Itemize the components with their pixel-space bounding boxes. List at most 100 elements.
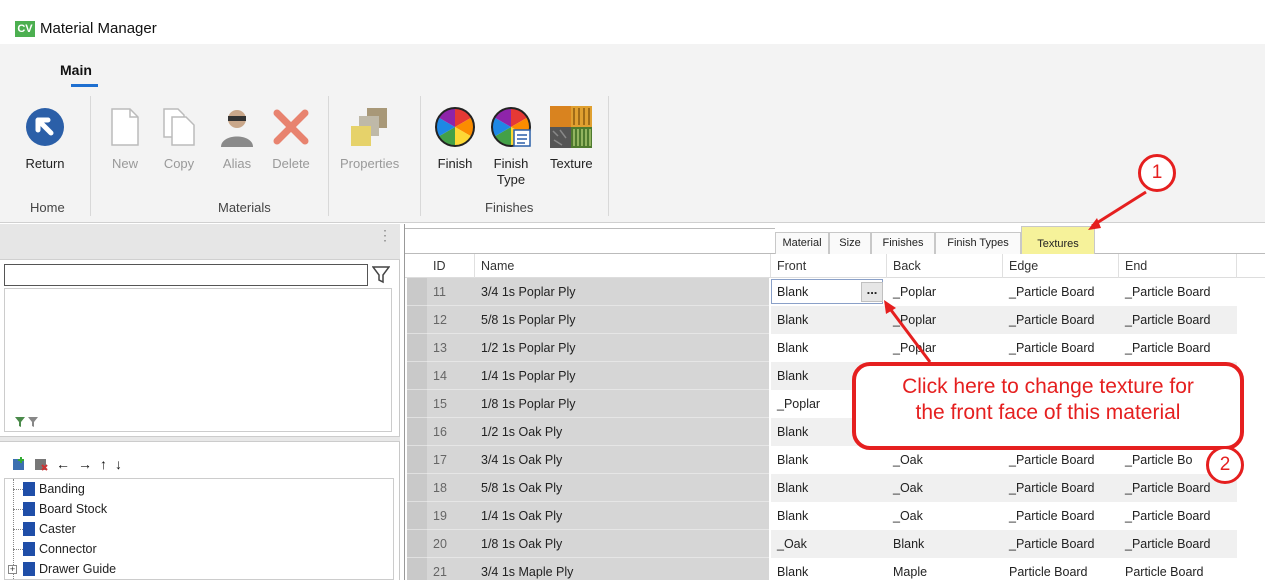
filter-options-icon[interactable] [14, 416, 40, 431]
table-row[interactable]: 12 5/8 1s Poplar Ply Blank _Poplar _Particle… [405, 306, 1265, 334]
move-right-icon[interactable]: → [78, 456, 92, 472]
tab-size[interactable]: Size [829, 232, 871, 254]
cell-id[interactable]: 14 [427, 362, 475, 390]
tree-item-drawer-guide[interactable]: + Drawer Guide [5, 559, 393, 579]
cell-front[interactable]: Blank [771, 306, 887, 334]
cell-edge[interactable]: _Particle Board [1003, 446, 1119, 474]
row-selector[interactable] [407, 306, 427, 334]
cell-id[interactable]: 13 [427, 334, 475, 362]
cell-front[interactable]: Blank [771, 502, 887, 530]
cell-back[interactable]: _Oak [887, 502, 1003, 530]
cell-back[interactable]: _Oak [887, 474, 1003, 502]
remove-node-icon[interactable] [34, 457, 48, 471]
grip-icon[interactable]: ⋮ [378, 228, 392, 242]
row-selector[interactable] [407, 418, 427, 446]
cell-edge[interactable]: _Particle Board [1003, 334, 1119, 362]
alias-button[interactable]: Alias [216, 106, 258, 172]
cell-id[interactable]: 21 [427, 558, 475, 580]
cell-name[interactable]: 5/8 1s Poplar Ply [475, 306, 769, 334]
table-row[interactable]: 18 5/8 1s Oak Ply Blank _Oak _Particle Board… [405, 474, 1265, 502]
move-left-icon[interactable]: ← [56, 456, 70, 472]
cell-id[interactable]: 11 [427, 278, 475, 306]
cell-id[interactable]: 15 [427, 390, 475, 418]
cell-name[interactable]: 1/4 1s Poplar Ply [475, 362, 769, 390]
cell-end[interactable]: Particle Board [1119, 558, 1237, 580]
finish-type-button[interactable]: Finish Type [490, 106, 532, 188]
texture-button[interactable]: Texture [550, 106, 593, 172]
cell-front[interactable]: Blank [771, 474, 887, 502]
tree-item-board-stock[interactable]: Board Stock [5, 499, 393, 519]
cell-id[interactable]: 17 [427, 446, 475, 474]
cell-id[interactable]: 12 [427, 306, 475, 334]
column-header-name[interactable]: Name [475, 254, 771, 278]
cell-edge[interactable]: _Particle Board [1003, 306, 1119, 334]
cell-back[interactable]: Blank [887, 530, 1003, 558]
filter-list[interactable] [4, 288, 392, 432]
cell-id[interactable]: 19 [427, 502, 475, 530]
cell-id[interactable]: 16 [427, 418, 475, 446]
row-selector[interactable] [407, 390, 427, 418]
tree-item-banding[interactable]: Banding [5, 479, 393, 499]
cell-id[interactable]: 18 [427, 474, 475, 502]
expand-icon[interactable]: + [8, 565, 17, 574]
row-selector[interactable] [407, 362, 427, 390]
funnel-filter-icon[interactable] [371, 266, 391, 284]
tab-material[interactable]: Material [775, 232, 829, 254]
browse-texture-button[interactable]: ... [861, 282, 883, 302]
filter-input[interactable] [4, 264, 368, 286]
table-row[interactable]: 20 1/8 1s Oak Ply _Oak Blank _Particle Board… [405, 530, 1265, 558]
table-row[interactable]: 11 3/4 1s Poplar Ply Blank _Poplar _Particle… [405, 278, 1265, 306]
cell-name[interactable]: 1/2 1s Oak Ply [475, 418, 769, 446]
copy-button[interactable]: Copy [158, 106, 200, 172]
column-header-end[interactable]: End [1119, 254, 1237, 278]
finish-button[interactable]: Finish [434, 106, 476, 172]
table-row[interactable]: 17 3/4 1s Oak Ply Blank _Oak _Particle Board… [405, 446, 1265, 474]
table-row[interactable]: 19 1/4 1s Oak Ply Blank _Oak _Particle Board… [405, 502, 1265, 530]
return-button[interactable]: Return [24, 106, 66, 172]
column-header-front[interactable]: Front [771, 254, 887, 278]
cell-back[interactable]: _Poplar [887, 334, 1003, 362]
column-header-edge[interactable]: Edge [1003, 254, 1119, 278]
cell-id[interactable]: 20 [427, 530, 475, 558]
row-selector[interactable] [407, 446, 427, 474]
cell-back[interactable]: _Poplar [887, 278, 1003, 306]
tree-item-caster[interactable]: Caster [5, 519, 393, 539]
move-down-icon[interactable]: ↓ [115, 456, 122, 472]
column-header-back[interactable]: Back [887, 254, 1003, 278]
cell-edge[interactable]: Particle Board [1003, 558, 1119, 580]
cell-front[interactable]: Blank [771, 446, 887, 474]
cell-name[interactable]: 5/8 1s Oak Ply [475, 474, 769, 502]
cell-name[interactable]: 1/4 1s Oak Ply [475, 502, 769, 530]
tab-textures[interactable]: Textures [1021, 226, 1095, 254]
tab-finish-types[interactable]: Finish Types [935, 232, 1021, 254]
tab-finishes[interactable]: Finishes [871, 232, 935, 254]
table-row[interactable]: 13 1/2 1s Poplar Ply Blank _Poplar _Particle… [405, 334, 1265, 362]
move-up-icon[interactable]: ↑ [100, 456, 107, 472]
cell-back[interactable]: _Oak [887, 446, 1003, 474]
cell-name[interactable]: 3/4 1s Poplar Ply [475, 278, 769, 306]
row-selector[interactable] [407, 334, 427, 362]
row-selector[interactable] [407, 278, 427, 306]
cell-edge[interactable]: _Particle Board [1003, 530, 1119, 558]
tab-main[interactable]: Main [60, 62, 92, 78]
cell-edge[interactable]: _Particle Board [1003, 278, 1119, 306]
cell-back[interactable]: Maple [887, 558, 1003, 580]
cell-name[interactable]: 3/4 1s Oak Ply [475, 446, 769, 474]
new-button[interactable]: New [104, 106, 146, 172]
properties-button[interactable]: Properties [340, 106, 399, 172]
panel-splitter[interactable] [0, 436, 400, 442]
cell-end[interactable]: _Particle Board [1119, 334, 1237, 362]
cell-front[interactable]: Blank [771, 334, 887, 362]
cell-end[interactable]: _Particle Board [1119, 502, 1237, 530]
cell-end[interactable]: _Particle Board [1119, 278, 1237, 306]
cell-name[interactable]: 1/8 1s Poplar Ply [475, 390, 769, 418]
cell-edge[interactable]: _Particle Board [1003, 474, 1119, 502]
cell-name[interactable]: 3/4 1s Maple Ply [475, 558, 769, 580]
row-selector[interactable] [407, 474, 427, 502]
cell-name[interactable]: 1/2 1s Poplar Ply [475, 334, 769, 362]
row-selector[interactable] [407, 530, 427, 558]
row-selector[interactable] [407, 502, 427, 530]
cell-end[interactable]: _Particle Board [1119, 306, 1237, 334]
cell-edge[interactable]: _Particle Board [1003, 502, 1119, 530]
tree-item-connector[interactable]: Connector [5, 539, 393, 559]
